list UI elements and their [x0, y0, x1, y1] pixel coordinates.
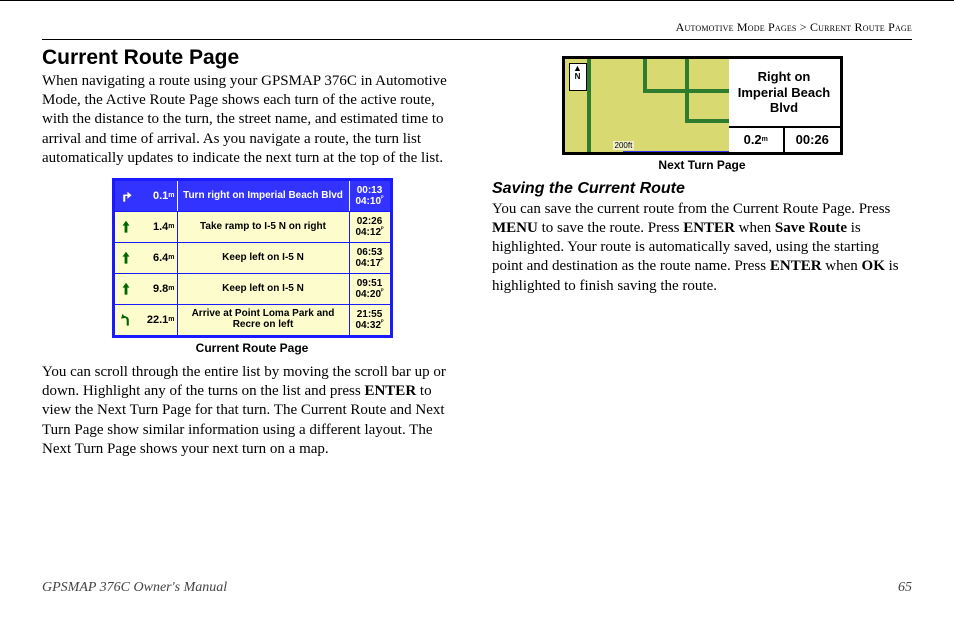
turn-bear-left-icon	[115, 305, 137, 335]
row-times: 06:5304:17	[350, 243, 390, 273]
route-table: 0.1mTurn right on Imperial Beach Blvd00:…	[112, 178, 393, 338]
manual-title: GPSMAP 376C Owner's Manual	[42, 580, 227, 596]
table-row: 9.8mKeep left on I-5 N09:5104:20	[115, 274, 390, 305]
manual-page: Automotive Mode Pages > Current Route Pa…	[0, 0, 954, 618]
row-distance: 6.4m	[137, 243, 177, 273]
row-instruction: Arrive at Point Loma Park and Recre on l…	[177, 305, 350, 335]
right-column: N 200ft Right on Imperial	[492, 46, 912, 469]
row-distance: 22.1m	[137, 305, 177, 335]
table-row: 22.1mArrive at Point Loma Park and Recre…	[115, 305, 390, 335]
row-times: 21:5504:32	[350, 305, 390, 335]
row-times: 00:1304:10	[350, 181, 390, 211]
map-scale: 200ft	[613, 141, 635, 150]
row-times: 02:2604:12	[350, 212, 390, 242]
turn-turn-right-icon	[115, 181, 137, 211]
row-instruction: Keep left on I-5 N	[177, 243, 350, 273]
figure-route-table: 0.1mTurn right on Imperial Beach Blvd00:…	[42, 178, 462, 355]
save-paragraph: You can save the current route from the …	[492, 200, 912, 296]
table-row: 1.4mTake ramp to I-5 N on right02:2604:1…	[115, 212, 390, 243]
page-number: 65	[898, 580, 912, 596]
page-title: Current Route Page	[42, 46, 462, 70]
row-distance: 0.1m	[137, 181, 177, 211]
row-distance: 9.8m	[137, 274, 177, 304]
page-footer: GPSMAP 376C Owner's Manual 65	[42, 580, 912, 596]
figure-next-turn: N 200ft Right on Imperial	[492, 56, 912, 172]
row-distance: 1.4m	[137, 212, 177, 242]
header-rule	[42, 39, 912, 40]
table-row: 6.4mKeep left on I-5 N06:5304:17	[115, 243, 390, 274]
row-instruction: Keep left on I-5 N	[177, 274, 350, 304]
row-instruction: Take ramp to I-5 N on right	[177, 212, 350, 242]
next-turn-distance: 0.2m	[729, 128, 786, 152]
next-turn-instruction: Right on Imperial Beach Blvd	[729, 59, 840, 126]
turn-straight-icon	[115, 243, 137, 273]
turn-straight-icon	[115, 274, 137, 304]
table-row: 0.1mTurn right on Imperial Beach Blvd00:…	[115, 181, 390, 212]
compass-icon: N	[569, 63, 587, 91]
row-instruction: Turn right on Imperial Beach Blvd	[177, 181, 350, 211]
scroll-paragraph: You can scroll through the entire list b…	[42, 363, 462, 459]
next-turn-time: 00:26	[785, 128, 840, 152]
map-canvas: N 200ft	[565, 59, 729, 152]
breadcrumb: Automotive Mode Pages > Current Route Pa…	[42, 20, 912, 35]
breadcrumb-a: Automotive Mode Pages	[676, 20, 797, 34]
row-times: 09:5104:20	[350, 274, 390, 304]
figure-caption-1: Current Route Page	[42, 341, 462, 355]
intro-paragraph: When navigating a route using your GPSMA…	[42, 72, 462, 168]
turn-straight-icon	[115, 212, 137, 242]
figure-caption-2: Next Turn Page	[492, 158, 912, 172]
next-turn-map: N 200ft Right on Imperial	[562, 56, 843, 155]
breadcrumb-sep: >	[800, 20, 807, 34]
left-column: Current Route Page When navigating a rou…	[42, 46, 462, 469]
subsection-title: Saving the Current Route	[492, 180, 912, 198]
breadcrumb-b: Current Route Page	[810, 20, 912, 34]
